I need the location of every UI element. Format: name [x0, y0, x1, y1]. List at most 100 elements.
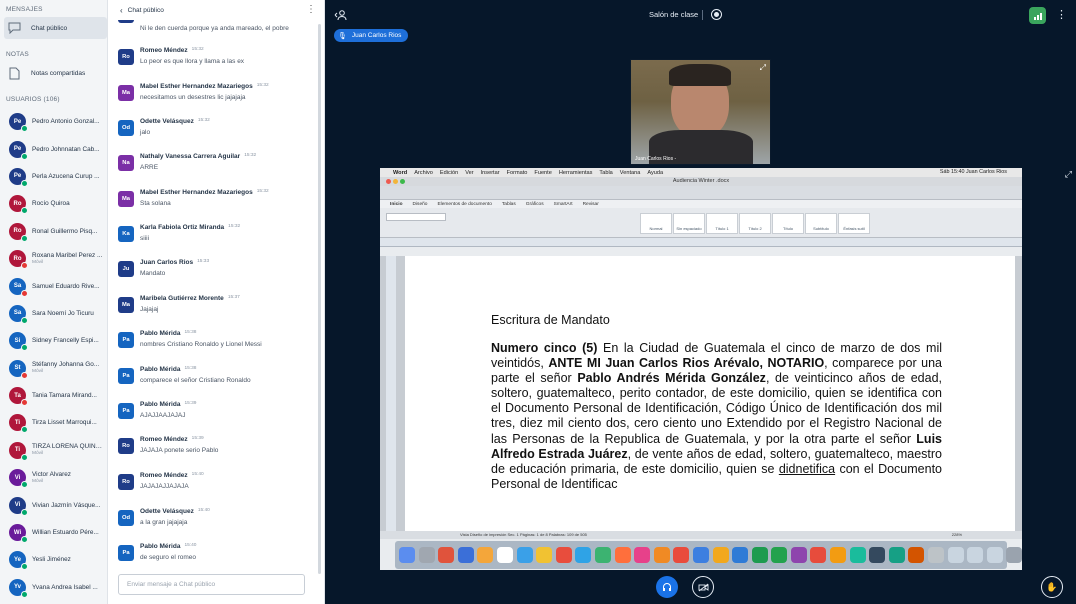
user-list-item[interactable]: St Stéfanny Johanna Go... Móvil: [0, 355, 108, 382]
menubar-item[interactable]: Ver: [465, 170, 473, 176]
dock-app-icon[interactable]: [477, 547, 494, 563]
shared-notes-item[interactable]: Notas compartidas: [4, 62, 107, 84]
webcam-video[interactable]: ⤢ Juan Carlos Rios -: [630, 59, 771, 165]
raise-hand-button[interactable]: ✋: [1041, 576, 1063, 598]
dock-app-icon[interactable]: [673, 547, 690, 563]
user-list-item[interactable]: Ye Yesli Jiménez: [0, 546, 108, 573]
dock-app-icon[interactable]: [771, 547, 788, 563]
style-gallery-item[interactable]: Normal: [640, 213, 672, 234]
ribbon-tab[interactable]: Gráficos: [526, 202, 544, 207]
more-options-icon[interactable]: ⋮: [1056, 8, 1067, 21]
user-list-item[interactable]: Vi Victor Alvarez Móvil: [0, 464, 108, 491]
message-text: JAJAJAJJAJAJA: [140, 483, 189, 490]
close-window-icon[interactable]: [386, 179, 391, 184]
audio-button[interactable]: [656, 576, 678, 598]
menubar-item[interactable]: Ventana: [620, 170, 641, 176]
dock-app-icon[interactable]: [634, 547, 651, 563]
style-gallery-item[interactable]: Subtítulo: [805, 213, 837, 234]
menubar-item[interactable]: Word: [393, 170, 407, 176]
dock-app-icon[interactable]: [986, 547, 1003, 563]
chat-message: Od Odette Velásquez 15:32 jalo: [118, 118, 318, 136]
chevron-left-icon[interactable]: ‹: [120, 6, 123, 15]
fullscreen-icon[interactable]: ⤢: [1065, 169, 1072, 180]
ribbon-tab[interactable]: Revisar: [583, 202, 599, 207]
dock-app-icon[interactable]: [908, 547, 925, 563]
user-list-item[interactable]: Vi Vivian Jazmín Vásque...: [0, 491, 108, 518]
user-list-item[interactable]: Ti TIRZA LORENA QUINT... Móvil: [0, 437, 108, 464]
user-list-item[interactable]: Wi Willian Estuardo Pére...: [0, 519, 108, 546]
menubar-item[interactable]: Tabla: [599, 170, 612, 176]
ribbon-tab[interactable]: Elementos de documento: [437, 202, 491, 207]
user-list-item[interactable]: Sa Samuel Eduardo Rive...: [0, 272, 108, 299]
dock-app-icon[interactable]: [516, 547, 533, 563]
dock-app-icon[interactable]: [810, 547, 827, 563]
dock-app-icon[interactable]: [575, 547, 592, 563]
menubar-item[interactable]: Ayuda: [647, 170, 663, 176]
user-list-item[interactable]: Ta Tania Tamara Mirand...: [0, 382, 108, 409]
dock-app-icon[interactable]: [888, 547, 905, 563]
dock-app-icon[interactable]: [555, 547, 572, 563]
user-list-item[interactable]: Ro Rocío Quiroa: [0, 190, 108, 217]
dock-app-icon[interactable]: [418, 547, 435, 563]
document-page[interactable]: Escritura de Mandato Numero cinco (5) En…: [405, 256, 1015, 531]
dock-app-icon[interactable]: [1006, 547, 1022, 563]
chat-scrollbar[interactable]: [318, 24, 321, 574]
dock-app-icon[interactable]: [947, 547, 964, 563]
menubar-item[interactable]: Archivo: [414, 170, 433, 176]
user-list-item[interactable]: Ro Ronal Guillermo Pisq...: [0, 218, 108, 245]
dock-app-icon[interactable]: [869, 547, 886, 563]
chat-header[interactable]: ‹ Chat público ⋮: [108, 0, 324, 20]
video-button[interactable]: [692, 576, 714, 598]
style-gallery-item[interactable]: Énfasis sutil: [838, 213, 870, 234]
menubar-item[interactable]: Edición: [440, 170, 458, 176]
style-gallery-item[interactable]: Título: [772, 213, 804, 234]
user-list-item[interactable]: Ro Roxana Maribel Perez ... Móvil: [0, 245, 108, 272]
minimize-window-icon[interactable]: [393, 179, 398, 184]
menubar-item[interactable]: Fuente: [534, 170, 551, 176]
dock-app-icon[interactable]: [457, 547, 474, 563]
menubar-item[interactable]: Insertar: [481, 170, 500, 176]
ribbon-tab[interactable]: Diseño: [413, 202, 428, 207]
dock-app-icon[interactable]: [536, 547, 553, 563]
ribbon-tab[interactable]: Inicio: [390, 202, 403, 207]
user-list-item[interactable]: Pe Pedro Johnnatan Cab...: [0, 135, 108, 162]
fullscreen-icon[interactable]: ⤢: [760, 63, 766, 73]
dock-app-icon[interactable]: [692, 547, 709, 563]
dock-app-icon[interactable]: [967, 547, 984, 563]
zoom-window-icon[interactable]: [400, 179, 405, 184]
dock-app-icon[interactable]: [594, 547, 611, 563]
dock-app-icon[interactable]: [830, 547, 847, 563]
user-list-item[interactable]: Ti Tirza Lisset Marroqui...: [0, 409, 108, 436]
dock-app-icon[interactable]: [790, 547, 807, 563]
user-list-item[interactable]: Sa Sara Noemí Jo Ticuru: [0, 300, 108, 327]
user-list-item[interactable]: Yv Yvana Andrea Isabel ...: [0, 574, 108, 601]
user-list-item[interactable]: Pe Pedro Antonio Gonzal...: [0, 108, 108, 135]
dock-app-icon[interactable]: [438, 547, 455, 563]
menubar-item[interactable]: Herramientas: [559, 170, 593, 176]
dock-app-icon[interactable]: [928, 547, 945, 563]
dock-app-icon[interactable]: [751, 547, 768, 563]
dock-app-icon[interactable]: [732, 547, 749, 563]
user-list-item[interactable]: Si Sidney Francelly Espi...: [0, 327, 108, 354]
dock-app-icon[interactable]: [496, 547, 513, 563]
public-chat-item[interactable]: Chat público: [4, 17, 107, 39]
menubar-item[interactable]: Formato: [507, 170, 528, 176]
font-select[interactable]: [386, 213, 446, 221]
record-icon[interactable]: [711, 9, 722, 20]
ribbon-tab[interactable]: Tablas: [502, 202, 516, 207]
dock-app-icon[interactable]: [849, 547, 866, 563]
ribbon-tab[interactable]: SmartArt: [554, 202, 573, 207]
dock-app-icon[interactable]: [712, 547, 729, 563]
style-gallery-item[interactable]: Título 2: [739, 213, 771, 234]
dock-app-icon[interactable]: [653, 547, 670, 563]
user-list-toggle-icon[interactable]: [334, 8, 348, 26]
dock-app-icon[interactable]: [614, 547, 631, 563]
connection-status-icon[interactable]: [1029, 7, 1046, 24]
user-list-item[interactable]: Pe Perla Azucena Curup ...: [0, 163, 108, 190]
dock-app-icon[interactable]: [399, 547, 415, 563]
style-gallery-item[interactable]: Sin espaciado: [673, 213, 705, 234]
chat-input[interactable]: Enviar mensaje a Chat público: [118, 574, 305, 595]
more-options-icon[interactable]: ⋮: [306, 4, 316, 15]
style-gallery-item[interactable]: Título 1: [706, 213, 738, 234]
document-heading: Escritura de Mandato: [491, 313, 610, 327]
